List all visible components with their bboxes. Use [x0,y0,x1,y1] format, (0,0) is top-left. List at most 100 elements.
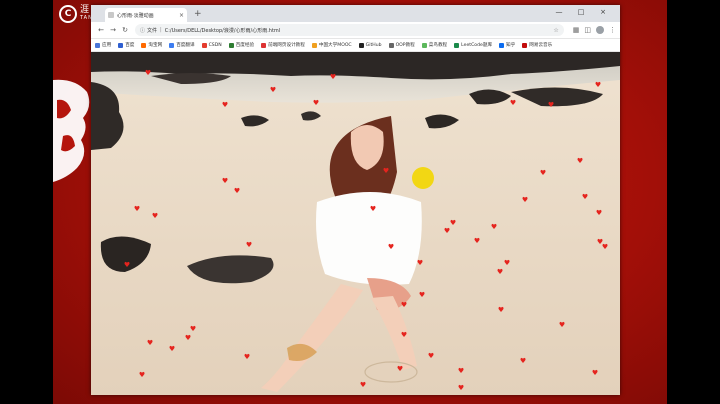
heart-icon: ♥ [146,339,154,347]
bookmark-favicon-icon [421,42,427,48]
bookmark-item[interactable]: 淘宝网 [141,42,162,48]
heart-icon: ♥ [521,196,529,204]
bookmark-label: 应用 [102,43,112,48]
heart-icon: ♥ [449,219,457,227]
heart-icon: ♥ [473,237,481,245]
heart-icon: ♥ [396,365,404,373]
bookmarks-bar: 应用 百度 淘宝网 百度翻译 CSDN 百度经验 前端网页设计教程 中国大学MOOC GitHu… [91,39,620,52]
new-tab-button[interactable]: + [194,8,202,20]
heart-icon: ♥ [558,321,566,329]
bookmark-label: OOP教程 [395,43,415,48]
heart-icon: ♥ [329,73,337,81]
bookmark-item[interactable]: 应用 [95,42,111,48]
heart-icon: ♥ [496,268,504,276]
bookmark-item[interactable]: 知乎 [499,42,515,48]
heart-icon: ♥ [269,86,277,94]
bookmark-item[interactable]: LeetCode题库 [454,42,492,48]
heart-icon: ♥ [387,243,395,251]
heart-icon: ♥ [312,99,320,107]
heart-icon: ♥ [133,205,141,213]
reload-icon[interactable]: ↻ [119,26,131,34]
bookmark-label: 百度 [125,43,135,48]
bookmark-item[interactable]: 菜鸟教程 [421,42,448,48]
heart-icon: ♥ [576,157,584,165]
bookmark-item[interactable]: 百度翻译 [169,42,195,48]
heart-icon: ♥ [400,331,408,339]
heart-icon: ♥ [601,243,609,251]
heart-icon: ♥ [138,371,146,379]
bookmark-item[interactable]: OOP教程 [388,42,415,48]
heart-icon: ♥ [184,334,192,342]
address-prefix: 文件 [147,27,158,34]
heart-icon: ♥ [509,99,517,107]
bookmark-label: 淘宝网 [148,43,163,48]
tab-close-icon[interactable]: × [179,12,184,19]
heart-icon: ♥ [168,345,176,353]
info-icon[interactable]: ⓘ [140,27,145,34]
bookmark-favicon-icon [499,42,505,48]
heart-icon: ♥ [233,187,241,195]
minimize-button[interactable]: — [548,6,570,19]
bookmark-label: 百度经验 [235,43,255,48]
profile-avatar[interactable] [596,26,604,34]
globe-graphic-icon [53,79,90,182]
heart-icon: ♥ [359,381,367,389]
tab-strip: 心形雨·淡雅动画 × + — □ × [91,5,620,22]
heart-icon: ♥ [243,353,251,361]
heart-icon: ♥ [189,325,197,333]
heart-icon: ♥ [595,209,603,217]
browser-tab[interactable]: 心形雨·淡雅动画 × [105,8,187,22]
bookmark-favicon-icon [454,42,460,48]
bookmark-item[interactable]: 网易云音乐 [522,42,552,48]
bookmark-item[interactable]: GitHub [358,42,382,48]
bookmark-item[interactable]: CSDN [201,42,222,48]
logo-circle-icon: C [59,5,77,23]
heart-icon: ♥ [581,193,589,201]
address-bar[interactable]: ⓘ 文件 | C:/Users/DELL/Desktop/浪漫/心形雨/心形雨.… [135,24,564,36]
browser-toolbar: ← → ↻ ⓘ 文件 | C:/Users/DELL/Desktop/浪漫/心形… [91,22,620,39]
heart-icon: ♥ [245,241,253,249]
window-controls: — □ × [548,6,614,19]
heart-icon: ♥ [369,205,377,213]
tab-favicon-icon [108,12,114,18]
star-icon[interactable]: ☆ [553,27,558,34]
bookmark-favicon-icon [311,42,317,48]
heart-icon: ♥ [503,259,511,267]
bookmark-item[interactable]: 中国大学MOOC [311,42,352,48]
bookmark-item[interactable]: 百度经验 [228,42,255,48]
extension-icon[interactable]: ▦ [573,26,580,34]
bookmark-label: 网易云音乐 [529,43,553,48]
back-arrow-icon[interactable]: ← [95,26,107,34]
menu-icon[interactable]: ⋮ [609,26,616,34]
bookmark-favicon-icon [261,42,267,48]
heart-icon: ♥ [490,223,498,231]
heart-icon: ♥ [519,357,527,365]
bookmark-label: GitHub [365,42,382,48]
desktop-logo: C 涯 TAN [59,5,93,23]
heart-icon: ♥ [418,291,426,299]
left-letterbox [0,0,53,404]
heart-icon: ♥ [400,301,408,309]
heart-icon: ♥ [547,101,555,109]
bookmark-label: 知乎 [506,43,516,48]
heart-icon: ♥ [539,169,547,177]
heart-icon: ♥ [221,177,229,185]
bookmark-label: 前端网页设计教程 [268,43,305,48]
heart-icon: ♥ [591,369,599,377]
forward-arrow-icon[interactable]: → [107,26,119,34]
heart-icon: ♥ [123,261,131,269]
heart-icon: ♥ [382,167,390,175]
bookmark-item[interactable]: 前端网页设计教程 [261,42,305,48]
bookmark-item[interactable]: 百度 [118,42,134,48]
heart-icon: ♥ [221,101,229,109]
bookmark-favicon-icon [358,42,364,48]
bookmark-label: LeetCode题库 [461,43,493,48]
bookmark-favicon-icon [228,42,234,48]
maximize-button[interactable]: □ [570,6,592,19]
bookmark-label: CSDN [208,42,222,48]
bookmark-label: 菜鸟教程 [428,43,448,48]
close-window-button[interactable]: × [592,6,614,19]
bookmark-label: 中国大学MOOC [318,43,352,48]
extension-icon-2[interactable]: ◫ [584,26,591,34]
bookmark-label: 百度翻译 [176,43,195,48]
